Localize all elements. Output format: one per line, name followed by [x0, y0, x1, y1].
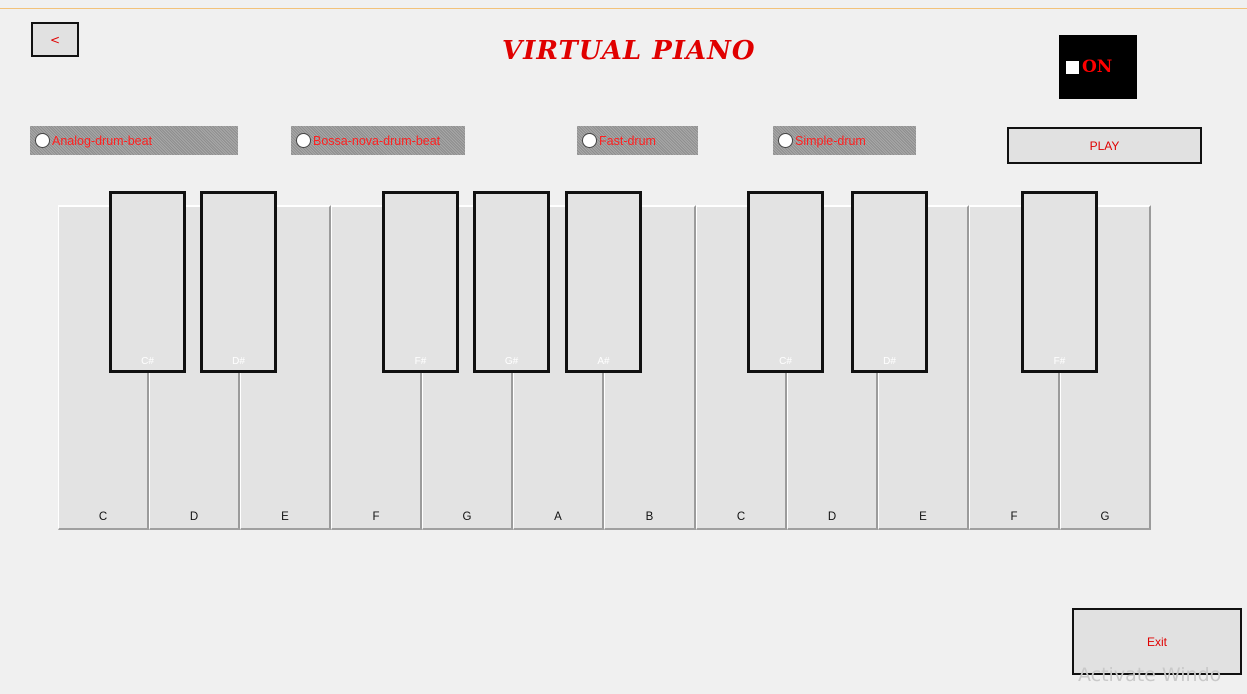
beat-option-label: Bossa-nova-drum-beat: [313, 133, 441, 148]
key-label: F#: [414, 356, 427, 367]
black-key-c-sharp[interactable]: C#: [109, 191, 186, 373]
radio-icon[interactable]: [582, 133, 597, 148]
play-button[interactable]: PLAY: [1007, 127, 1202, 164]
black-key-f-sharp-2[interactable]: F#: [1021, 191, 1098, 373]
key-label: G#: [504, 356, 519, 367]
app-title: VIRTUAL PIANO: [502, 36, 756, 66]
power-checkbox[interactable]: [1066, 60, 1079, 74]
beat-option-fast[interactable]: Fast-drum: [577, 126, 698, 155]
key-label: F: [372, 511, 380, 523]
key-label: D: [189, 511, 199, 523]
key-label: E: [281, 511, 289, 523]
radio-icon[interactable]: [35, 133, 50, 148]
beat-option-bossa-nova[interactable]: Bossa-nova-drum-beat: [291, 126, 465, 155]
black-key-g-sharp[interactable]: G#: [473, 191, 550, 373]
black-key-f-sharp[interactable]: F#: [382, 191, 459, 373]
beat-option-label: Analog-drum-beat: [52, 133, 153, 148]
black-key-c-sharp-2[interactable]: C#: [747, 191, 824, 373]
key-label: C: [736, 511, 746, 523]
beat-option-analog[interactable]: Analog-drum-beat: [30, 126, 238, 155]
key-label: F#: [1053, 356, 1066, 367]
key-label: C#: [779, 356, 792, 367]
key-label: D#: [232, 356, 245, 367]
radio-icon[interactable]: [296, 133, 311, 148]
power-label: ON: [1082, 57, 1113, 77]
key-label: B: [645, 511, 654, 523]
black-key-d-sharp-2[interactable]: D#: [851, 191, 928, 373]
key-label: E: [919, 511, 927, 523]
beat-option-label: Fast-drum: [599, 133, 656, 148]
black-key-a-sharp[interactable]: A#: [565, 191, 642, 373]
key-label: F: [1010, 511, 1018, 523]
beat-option-label: Simple-drum: [795, 133, 866, 148]
radio-icon[interactable]: [778, 133, 793, 148]
activation-watermark: Activate Windo: [1078, 664, 1222, 686]
top-border-line: [0, 8, 1247, 9]
key-label: C: [98, 511, 108, 523]
beat-option-simple[interactable]: Simple-drum: [773, 126, 916, 155]
black-key-d-sharp[interactable]: D#: [200, 191, 277, 373]
key-label: G: [1100, 511, 1110, 523]
key-label: C#: [141, 356, 154, 367]
power-toggle[interactable]: ON: [1059, 35, 1137, 99]
key-label: D#: [883, 356, 896, 367]
key-label: A#: [597, 356, 610, 367]
back-button[interactable]: <: [31, 22, 79, 57]
key-label: G: [462, 511, 472, 523]
key-label: A: [554, 511, 562, 523]
key-label: D: [827, 511, 837, 523]
